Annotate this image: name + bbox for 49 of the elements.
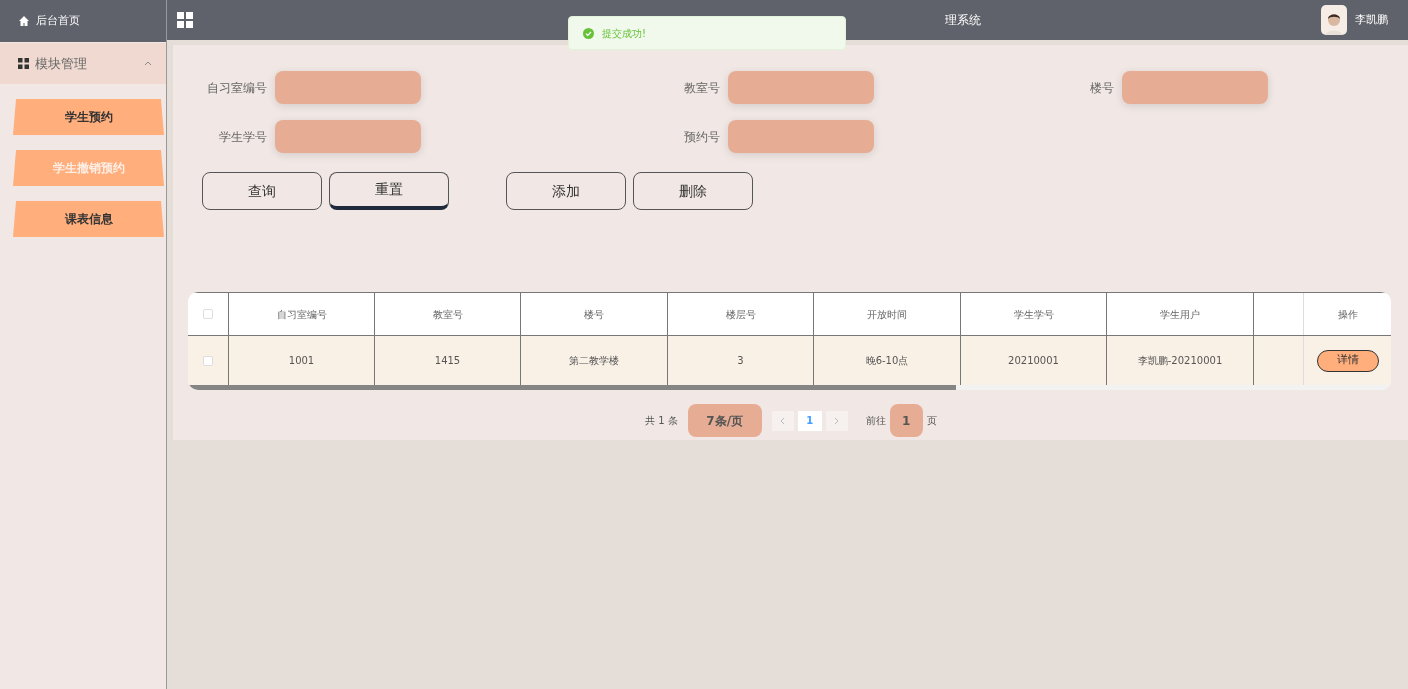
field-label: 学生学号 <box>218 128 267 146</box>
field-label: 楼号 <box>1089 79 1114 97</box>
column-header: 自习室编号 <box>228 293 374 335</box>
column-header: 操作 <box>1303 293 1391 335</box>
chevron-right-icon <box>834 416 840 425</box>
home-link[interactable]: 后台首页 <box>36 12 80 30</box>
column-header: 教室号 <box>374 293 520 335</box>
field-label: 教室号 <box>683 79 720 97</box>
checkbox[interactable] <box>203 309 213 319</box>
action-button[interactable]: 删除 <box>633 172 753 210</box>
check-icon <box>583 27 594 39</box>
field-label: 预约号 <box>683 128 720 146</box>
next-page-button[interactable] <box>825 410 848 431</box>
home-icon <box>18 15 30 27</box>
action-button[interactable]: 添加 <box>506 172 626 210</box>
prev-page-button[interactable] <box>771 410 794 431</box>
sidebar-header[interactable]: 后台首页 <box>0 0 166 42</box>
menu-group-label: 模块管理 <box>35 54 88 73</box>
details-button[interactable]: 详情 <box>1316 349 1379 372</box>
input-field[interactable] <box>1122 71 1268 104</box>
grid-icon <box>18 58 29 69</box>
field-label: 自习室编号 <box>206 79 267 97</box>
user-name[interactable]: 李凯鹏 <box>1355 11 1388 29</box>
search-button[interactable]: 查询 <box>202 172 322 210</box>
column-header: 开放时间 <box>813 293 960 335</box>
goto-suffix: 页 <box>926 414 937 428</box>
chevron-left-icon <box>780 416 786 425</box>
menu-group[interactable]: 模块管理 <box>0 43 166 84</box>
goto-label: 前往 <box>865 414 886 428</box>
column-header: 楼层号 <box>667 293 813 335</box>
input-field[interactable] <box>728 71 874 104</box>
menu-item[interactable]: 学生预约 <box>13 99 164 135</box>
goto-page-field[interactable]: 1 <box>889 404 923 437</box>
column-header: 学生学号 <box>960 293 1106 335</box>
input-field[interactable] <box>728 120 874 153</box>
scrollbar[interactable] <box>188 385 956 390</box>
checkbox[interactable] <box>203 355 213 366</box>
user-silhouette-icon <box>1324 11 1344 35</box>
input-field[interactable] <box>275 120 421 153</box>
page-size-select[interactable]: 7条/页 <box>687 404 762 437</box>
menu-item[interactable]: 课表信息 <box>13 201 164 237</box>
input-field[interactable] <box>275 71 421 104</box>
total-count: 共 1 条 <box>645 414 678 428</box>
toast-message: 提交成功! <box>602 26 646 41</box>
app-title: 理系统 <box>945 12 981 29</box>
search-button[interactable]: 重置 <box>329 172 449 210</box>
grid-icon[interactable] <box>177 12 193 28</box>
column-header: 楼号 <box>520 293 667 335</box>
column-header: 学生用户 <box>1106 293 1253 335</box>
